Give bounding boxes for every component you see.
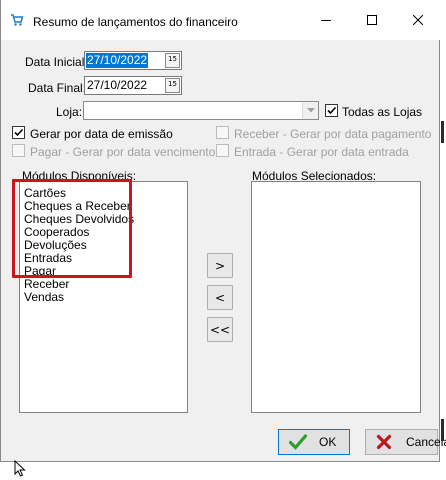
entrada-data-checkbox[interactable]	[216, 144, 229, 157]
title-bar[interactable]: Resumo de lançamentos do financeiro	[1, 0, 441, 40]
data-inicial-value: 27/10/2022	[86, 53, 149, 68]
cancel-label: Cancela	[406, 435, 446, 449]
loja-combobox[interactable]	[83, 101, 319, 120]
maximize-icon	[367, 15, 377, 25]
todas-lojas-checkbox[interactable]	[325, 104, 338, 117]
minimize-button[interactable]	[303, 0, 349, 40]
pagar-vencimento-label[interactable]: Pagar - Gerar por data vencimento	[30, 145, 215, 159]
background-edge-mark	[441, 121, 444, 143]
ok-label: OK	[319, 435, 337, 449]
list-item[interactable]: Vendas	[24, 291, 64, 304]
resumo-financeiro-window: Resumo de lançamentos do financeiro Data…	[0, 0, 446, 462]
pagar-vencimento-checkbox[interactable]	[12, 144, 25, 157]
cancel-button[interactable]: Cancela	[365, 429, 446, 455]
check-icon	[14, 128, 24, 137]
data-final-value: 27/10/2022	[87, 78, 148, 92]
add-module-button[interactable]: >	[207, 253, 233, 278]
background-edge-mark	[441, 419, 444, 441]
data-inicial-input[interactable]: 27/10/2022 15	[84, 51, 182, 70]
receber-pagamento-checkbox[interactable]	[216, 126, 229, 139]
remove-module-button[interactable]: <	[207, 285, 233, 310]
cancel-x-icon	[376, 434, 392, 450]
remove-all-modules-button[interactable]: <<	[207, 317, 233, 342]
data-inicial-label: Data Inicial:	[25, 55, 88, 69]
minimize-icon	[321, 20, 331, 21]
loja-label: Loja:	[56, 105, 83, 119]
checkmark-icon	[289, 434, 307, 450]
ok-button[interactable]: OK	[278, 429, 350, 455]
entrada-data-label[interactable]: Entrada - Gerar por data entrada	[234, 145, 409, 159]
data-inicial-calendar-icon[interactable]: 15	[165, 53, 180, 68]
data-final-label: Data Final:	[28, 81, 87, 95]
check-icon	[327, 106, 337, 115]
close-button[interactable]	[395, 0, 441, 40]
window-title: Resumo de lançamentos do financeiro	[33, 15, 238, 29]
maximize-button[interactable]	[349, 0, 395, 40]
receber-pagamento-label[interactable]: Receber - Gerar por data pagamento	[234, 127, 431, 141]
modulos-selecionados-list[interactable]	[251, 181, 421, 413]
highlight-annotation	[12, 179, 132, 278]
chevron-down-icon[interactable]	[302, 102, 318, 119]
cart-icon	[10, 13, 24, 27]
gerar-emissao-checkbox[interactable]	[12, 126, 25, 139]
todas-lojas-label[interactable]: Todas as Lojas	[342, 105, 422, 119]
data-final-input[interactable]: 27/10/2022 15	[84, 76, 182, 95]
data-final-calendar-icon[interactable]: 15	[165, 78, 180, 93]
close-icon	[413, 15, 423, 25]
mouse-cursor-icon	[14, 459, 26, 480]
gerar-emissao-label[interactable]: Gerar por data de emissão	[30, 127, 173, 141]
